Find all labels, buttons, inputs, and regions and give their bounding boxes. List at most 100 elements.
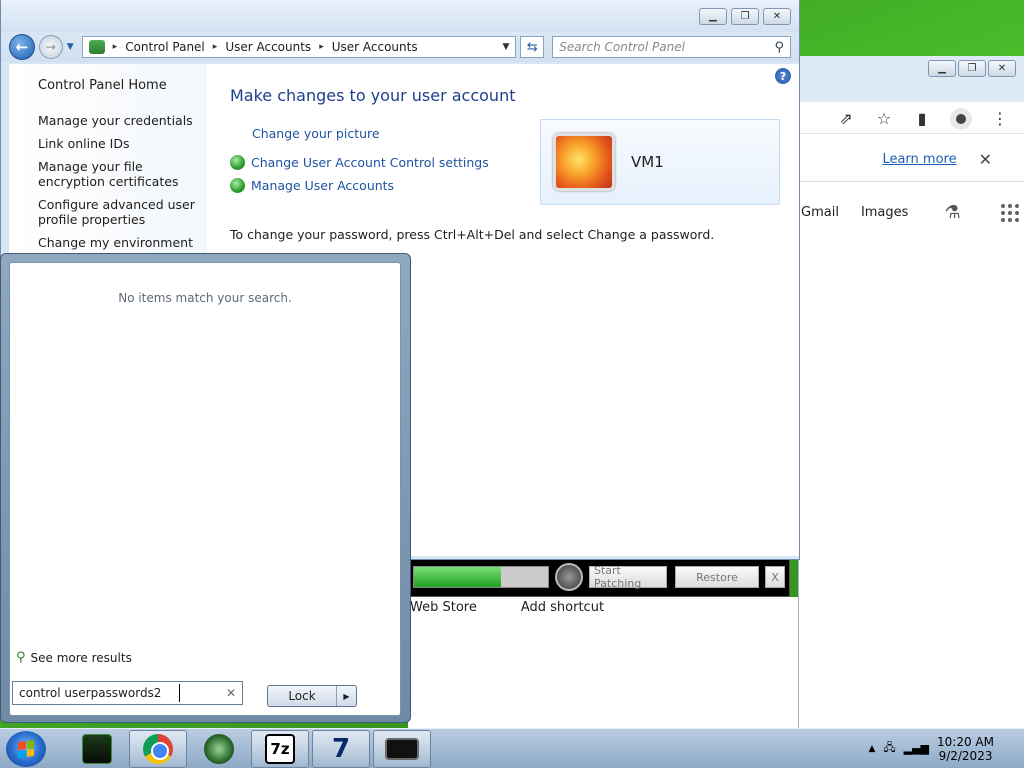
forward-arrow-icon[interactable]: → <box>38 35 63 59</box>
bookmark-star-icon[interactable]: ☆ <box>874 109 894 128</box>
breadcrumb-user-accounts[interactable]: User Accounts <box>225 40 311 54</box>
clock-time: 10:20 AM <box>937 734 994 749</box>
chrome-infobar: Learn more ✕ <box>799 138 1024 182</box>
start-search-value: control userpasswords2 <box>19 686 162 700</box>
app-green-icon <box>82 733 112 764</box>
search-icon: ⚲ <box>774 39 784 55</box>
control-panel-home-link[interactable]: Control Panel Home <box>38 78 207 93</box>
start-search-input[interactable]: control userpasswords2 ✕ <box>12 681 243 705</box>
profile-avatar-icon[interactable] <box>950 107 972 130</box>
change-picture-label: Change your picture <box>252 126 380 141</box>
images-link[interactable]: Images <box>861 205 909 220</box>
sidebar-item-encryption[interactable]: Manage your file encryption certificates <box>38 159 207 189</box>
recent-pages-dropdown-icon[interactable]: ▼ <box>67 42 74 52</box>
chrome-shortcuts: Web Store Add shortcut <box>410 600 604 615</box>
restore-button[interactable]: Restore <box>675 566 759 588</box>
start-orb[interactable] <box>6 730 46 767</box>
taskbar-globe[interactable] <box>190 730 248 768</box>
web-store-shortcut[interactable]: Web Store <box>410 600 477 615</box>
network-icon[interactable]: 🖧 <box>883 739 895 758</box>
text-cursor <box>179 684 181 702</box>
share-icon[interactable]: ⇗ <box>836 109 856 128</box>
start-patching-button[interactable]: Start Patching <box>589 564 667 590</box>
sidebar-item-credentials[interactable]: Manage your credentials <box>38 113 207 128</box>
account-name: VM1 <box>631 153 664 171</box>
address-bar[interactable]: ▸ Control Panel ▸ User Accounts ▸ User A… <box>81 36 517 58</box>
uac-settings-label: Change User Account Control settings <box>251 155 489 170</box>
refresh-icon[interactable]: ⇆ <box>520 36 545 58</box>
taskbar-7tsp[interactable]: 7 <box>312 729 370 768</box>
clock-date: 9/2/2023 <box>938 748 993 763</box>
menu-kebab-icon[interactable]: ⋮ <box>990 109 1010 128</box>
patcher-window: Start Patching Restore X <box>408 557 790 597</box>
manage-accounts-link[interactable]: Manage User Accounts <box>230 178 394 193</box>
chrome-close-button[interactable]: ✕ <box>988 60 1016 77</box>
back-arrow-icon[interactable]: ← <box>9 34 35 60</box>
control-panel-search[interactable]: Search Control Panel ⚲ <box>552 36 791 58</box>
close-button[interactable]: ✕ <box>763 8 791 25</box>
labs-flask-icon[interactable]: ⚗ <box>944 202 960 223</box>
system-tray: ▲ 🖧 ▂▄▆ 10:20 AM 9/2/2023 <box>868 735 1024 763</box>
password-note: To change your password, press Ctrl+Alt+… <box>230 227 715 242</box>
windows-flag-icon <box>18 739 34 758</box>
breadcrumb-user-accounts-current[interactable]: User Accounts <box>332 40 418 54</box>
help-icon[interactable]: ? <box>775 68 791 84</box>
manage-accounts-label: Manage User Accounts <box>251 178 395 193</box>
clock[interactable]: 10:20 AM 9/2/2023 <box>937 735 994 763</box>
sidebar-item-online-ids[interactable]: Link online IDs <box>38 136 207 151</box>
google-apps-icon[interactable] <box>1000 203 1019 222</box>
account-picture[interactable] <box>553 133 615 191</box>
minimize-button[interactable]: ▁ <box>699 8 727 25</box>
side-panel-icon[interactable]: ▮ <box>912 109 932 128</box>
chrome-restore-button[interactable]: ❐ <box>958 60 986 77</box>
taskbar-chrome[interactable] <box>129 729 187 768</box>
7zip-icon: 7z <box>265 733 295 764</box>
chrome-newtab-area <box>408 597 798 728</box>
shutdown-options-arrow-icon[interactable]: ▶ <box>336 686 356 706</box>
no-items-message: No items match your search. <box>118 291 292 305</box>
sidebar-item-profile-properties[interactable]: Configure advanced user profile properti… <box>38 197 207 227</box>
breadcrumb-control-panel[interactable]: Control Panel <box>125 40 205 54</box>
maximize-button[interactable]: ❐ <box>731 8 759 25</box>
add-shortcut[interactable]: Add shortcut <box>521 600 604 615</box>
infobar-close-icon[interactable]: ✕ <box>979 150 992 169</box>
search-placeholder: Search Control Panel <box>559 40 685 54</box>
change-picture-link[interactable]: Change your picture <box>252 126 380 141</box>
start-results-pane: No items match your search. ⚲ See more r… <box>9 262 401 716</box>
taskbar: 7z 7 ▲ 🖧 ▂▄▆ 10:20 AM 9/2/2023 <box>0 728 1024 768</box>
gear-icon <box>555 563 583 591</box>
lock-button[interactable]: Lock ▶ <box>267 685 357 707</box>
show-hidden-icons[interactable]: ▲ <box>868 744 875 754</box>
patcher-close-button[interactable]: X <box>765 566 785 588</box>
signal-icon[interactable]: ▂▄▆ <box>904 742 929 755</box>
shield-icon <box>230 178 245 193</box>
taskbar-keyboard-app[interactable] <box>373 729 431 768</box>
sidebar-item-environment[interactable]: Change my environment <box>38 235 207 250</box>
address-dropdown-icon[interactable]: ▼ <box>502 42 509 52</box>
control-panel-icon <box>88 40 105 54</box>
7tsp-icon: 7 <box>331 733 351 764</box>
learn-more-link[interactable]: Learn more <box>882 152 956 167</box>
chrome-toolbar: ⇗ ☆ ▮ ⋮ <box>799 104 1024 134</box>
keyboard-app-icon <box>385 737 419 760</box>
page-title: Make changes to your user account <box>230 86 516 105</box>
uac-settings-link[interactable]: Change User Account Control settings <box>230 155 489 170</box>
chrome-window: ▁ ❐ ✕ ⇗ ☆ ▮ ⋮ Learn more ✕ Gmail Images … <box>798 56 1024 728</box>
shield-icon <box>230 155 245 170</box>
taskbar-7zip[interactable]: 7z <box>251 729 309 768</box>
cp-titlebar: ▁ ❐ ✕ <box>1 0 799 32</box>
see-more-results-link[interactable]: ⚲ See more results <box>16 650 132 665</box>
patch-progress-bar <box>413 566 549 588</box>
chrome-icon <box>143 733 173 764</box>
taskbar-app-green[interactable] <box>68 730 126 768</box>
cp-addressbar-row: ← → ▼ ▸ Control Panel ▸ User Accounts ▸ … <box>1 32 799 62</box>
account-card: VM1 <box>540 119 780 205</box>
google-nav: Gmail Images ⚗ <box>799 202 1024 223</box>
search-icon: ⚲ <box>16 650 26 665</box>
clear-search-icon[interactable]: ✕ <box>226 686 236 700</box>
chrome-minimize-button[interactable]: ▁ <box>928 60 956 77</box>
chrome-titlebar: ▁ ❐ ✕ <box>799 56 1024 102</box>
gmail-link[interactable]: Gmail <box>801 205 839 220</box>
start-menu: No items match your search. ⚲ See more r… <box>0 253 411 723</box>
lock-label: Lock <box>288 689 316 703</box>
